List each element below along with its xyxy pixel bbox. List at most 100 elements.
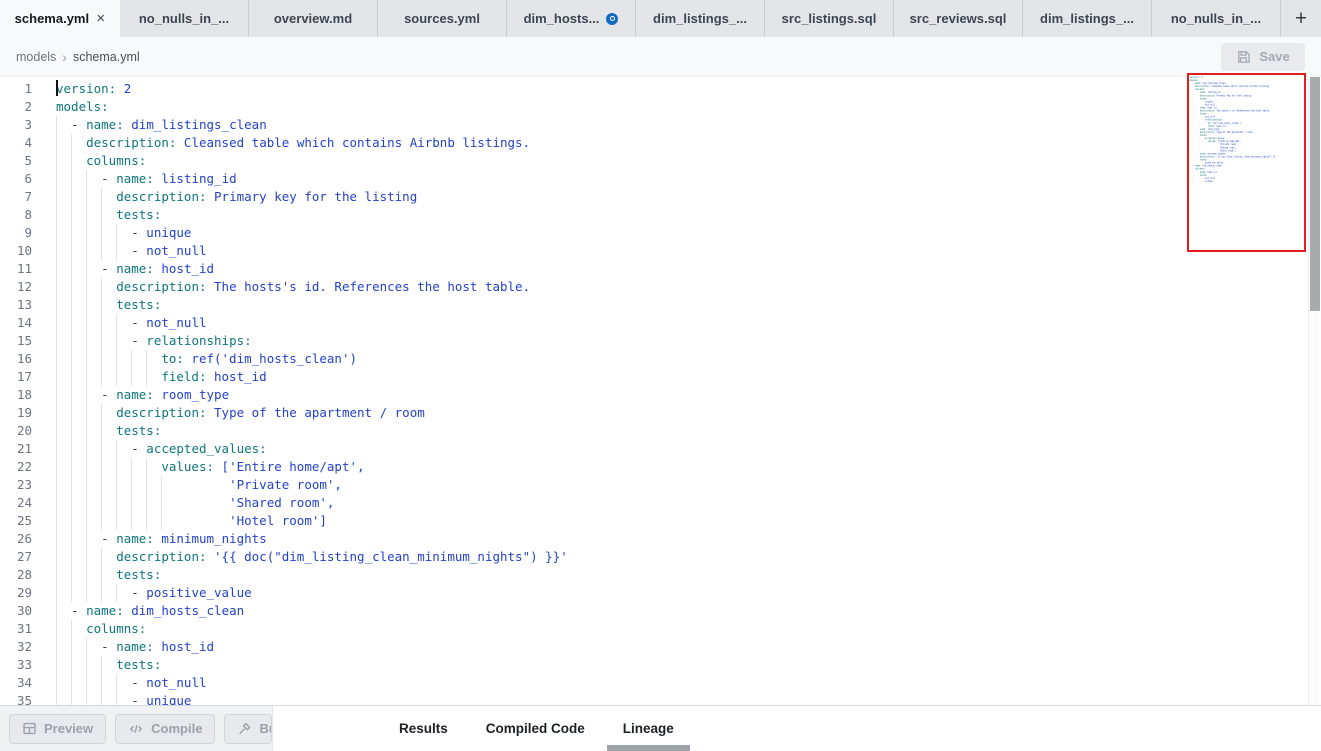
code-lines[interactable]: version: 2models: - name: dim_listings_c… — [40, 77, 1321, 705]
breadcrumb-folder[interactable]: models — [16, 50, 56, 64]
indent-guide — [116, 242, 131, 260]
code-line[interactable]: - name: room_type — [56, 386, 1321, 404]
code-line[interactable]: - unique — [56, 224, 1321, 242]
indent-guide — [131, 476, 146, 494]
code-line[interactable]: description: Cleansed table which contai… — [56, 134, 1321, 152]
unsaved-changes-icon — [606, 13, 618, 25]
indent-guide — [71, 224, 86, 242]
tab-sources-yml[interactable]: sources.yml — [378, 0, 507, 37]
tab-overview-md[interactable]: overview.md — [249, 0, 378, 37]
indent-guide — [56, 692, 71, 705]
editor-scrollbar-track[interactable] — [1308, 77, 1319, 705]
code-line[interactable]: - name: host_id — [56, 260, 1321, 278]
code-line[interactable]: description: Type of the apartment / roo… — [56, 404, 1321, 422]
indent-guide — [71, 404, 86, 422]
code-line[interactable]: tests: — [56, 206, 1321, 224]
close-tab-icon[interactable]: ✕ — [96, 12, 105, 25]
code-line[interactable]: - positive_value — [56, 584, 1321, 602]
indent-guide — [56, 440, 71, 458]
indent-guide — [56, 224, 71, 242]
code-line[interactable]: tests: — [56, 566, 1321, 584]
code-line[interactable]: - name: dim_hosts_clean — [56, 602, 1321, 620]
tab-label: no_nulls_in_... — [139, 11, 229, 26]
tab-dim_hosts-[interactable]: dim_hosts... — [507, 0, 636, 37]
code-line[interactable]: - name: host_id — [56, 638, 1321, 656]
code-line[interactable]: - unique — [56, 692, 1321, 705]
line-number: 29 — [0, 584, 40, 602]
code-line[interactable]: to: ref('dim_hosts_clean') — [56, 350, 1321, 368]
minimap[interactable]: version: 2models: - name: dim_listings_c… — [1187, 73, 1306, 252]
minimap-code: version: 2models: - name: dim_listings_c… — [1189, 75, 1306, 183]
code-line[interactable]: description: The hosts's id. References … — [56, 278, 1321, 296]
indent-guide — [86, 242, 101, 260]
tab-dim_listings_-[interactable]: dim_listings_... — [636, 0, 765, 37]
code-line[interactable]: - relationships: — [56, 332, 1321, 350]
code-line[interactable]: - not_null — [56, 242, 1321, 260]
tab-src_reviews-sql[interactable]: src_reviews.sql — [894, 0, 1023, 37]
preview-button[interactable]: Preview — [9, 714, 106, 744]
indent-guide — [71, 512, 86, 530]
tab-no_nulls_in_-[interactable]: no_nulls_in_... — [1152, 0, 1281, 37]
code-line[interactable]: columns: — [56, 152, 1321, 170]
indent-guide — [146, 512, 161, 530]
code-line[interactable]: tests: — [56, 296, 1321, 314]
indent-guide — [56, 638, 71, 656]
save-label: Save — [1259, 49, 1289, 64]
code-line[interactable]: values: ['Entire home/apt', — [56, 458, 1321, 476]
indent-guide — [71, 656, 86, 674]
indent-guide — [101, 584, 116, 602]
tab-src_listings-sql[interactable]: src_listings.sql — [765, 0, 894, 37]
indent-guide — [86, 548, 101, 566]
panel-tab-compiled-code[interactable]: Compiled Code — [486, 706, 585, 751]
code-line[interactable]: columns: — [56, 620, 1321, 638]
code-line[interactable]: version: 2 — [56, 80, 1321, 98]
code-line[interactable]: tests: — [56, 422, 1321, 440]
save-button[interactable]: Save — [1221, 43, 1305, 71]
line-number: 16 — [0, 350, 40, 368]
code-line[interactable]: - name: minimum_nights — [56, 530, 1321, 548]
indent-guide — [71, 206, 86, 224]
indent-guide — [56, 404, 71, 422]
panel-tab-results[interactable]: Results — [399, 706, 448, 751]
code-line[interactable]: 'Private room', — [56, 476, 1321, 494]
compile-label: Compile — [151, 721, 202, 736]
indent-guide — [86, 278, 101, 296]
indent-guide — [116, 692, 131, 705]
line-number: 15 — [0, 332, 40, 350]
code-editor[interactable]: 1234567891011121314151617181920212223242… — [0, 77, 1321, 705]
panel-tab-lineage[interactable]: Lineage — [623, 706, 674, 751]
tab-schema-yml[interactable]: schema.yml✕ — [0, 0, 120, 37]
new-tab-button[interactable]: + — [1281, 0, 1321, 37]
indent-guide — [101, 296, 116, 314]
line-number: 6 — [0, 170, 40, 188]
indent-guide — [56, 530, 71, 548]
indent-guide — [101, 494, 116, 512]
code-line[interactable]: - not_null — [56, 674, 1321, 692]
tab-no_nulls_in_-[interactable]: no_nulls_in_... — [120, 0, 249, 37]
code-line[interactable]: 'Shared room', — [56, 494, 1321, 512]
compile-button[interactable]: Compile — [115, 714, 215, 744]
line-number: 8 — [0, 206, 40, 224]
code-line[interactable]: - accepted_values: — [56, 440, 1321, 458]
code-line[interactable]: - not_null — [56, 314, 1321, 332]
code-line[interactable]: description: '{{ doc("dim_listing_clean_… — [56, 548, 1321, 566]
indent-guide — [86, 440, 101, 458]
code-line[interactable]: - name: listing_id — [56, 170, 1321, 188]
indent-guide — [86, 494, 101, 512]
code-line[interactable]: tests: — [56, 656, 1321, 674]
code-line[interactable]: description: Primary key for the listing — [56, 188, 1321, 206]
code-line[interactable]: - name: dim_listings_clean — [56, 116, 1321, 134]
indent-guide — [101, 548, 116, 566]
indent-guide — [131, 512, 146, 530]
line-number: 35 — [0, 692, 40, 705]
indent-guide — [86, 476, 101, 494]
tab-label: src_reviews.sql — [910, 11, 1007, 26]
panel-tab-label: Compiled Code — [486, 721, 585, 736]
editor-scrollbar-thumb[interactable] — [1310, 77, 1320, 311]
tab-dim_listings_-[interactable]: dim_listings_... — [1023, 0, 1152, 37]
code-line[interactable]: field: host_id — [56, 368, 1321, 386]
code-line[interactable]: models: — [56, 98, 1321, 116]
build-button[interactable]: Build — [225, 715, 272, 743]
code-line[interactable]: 'Hotel room'] — [56, 512, 1321, 530]
line-number: 19 — [0, 404, 40, 422]
